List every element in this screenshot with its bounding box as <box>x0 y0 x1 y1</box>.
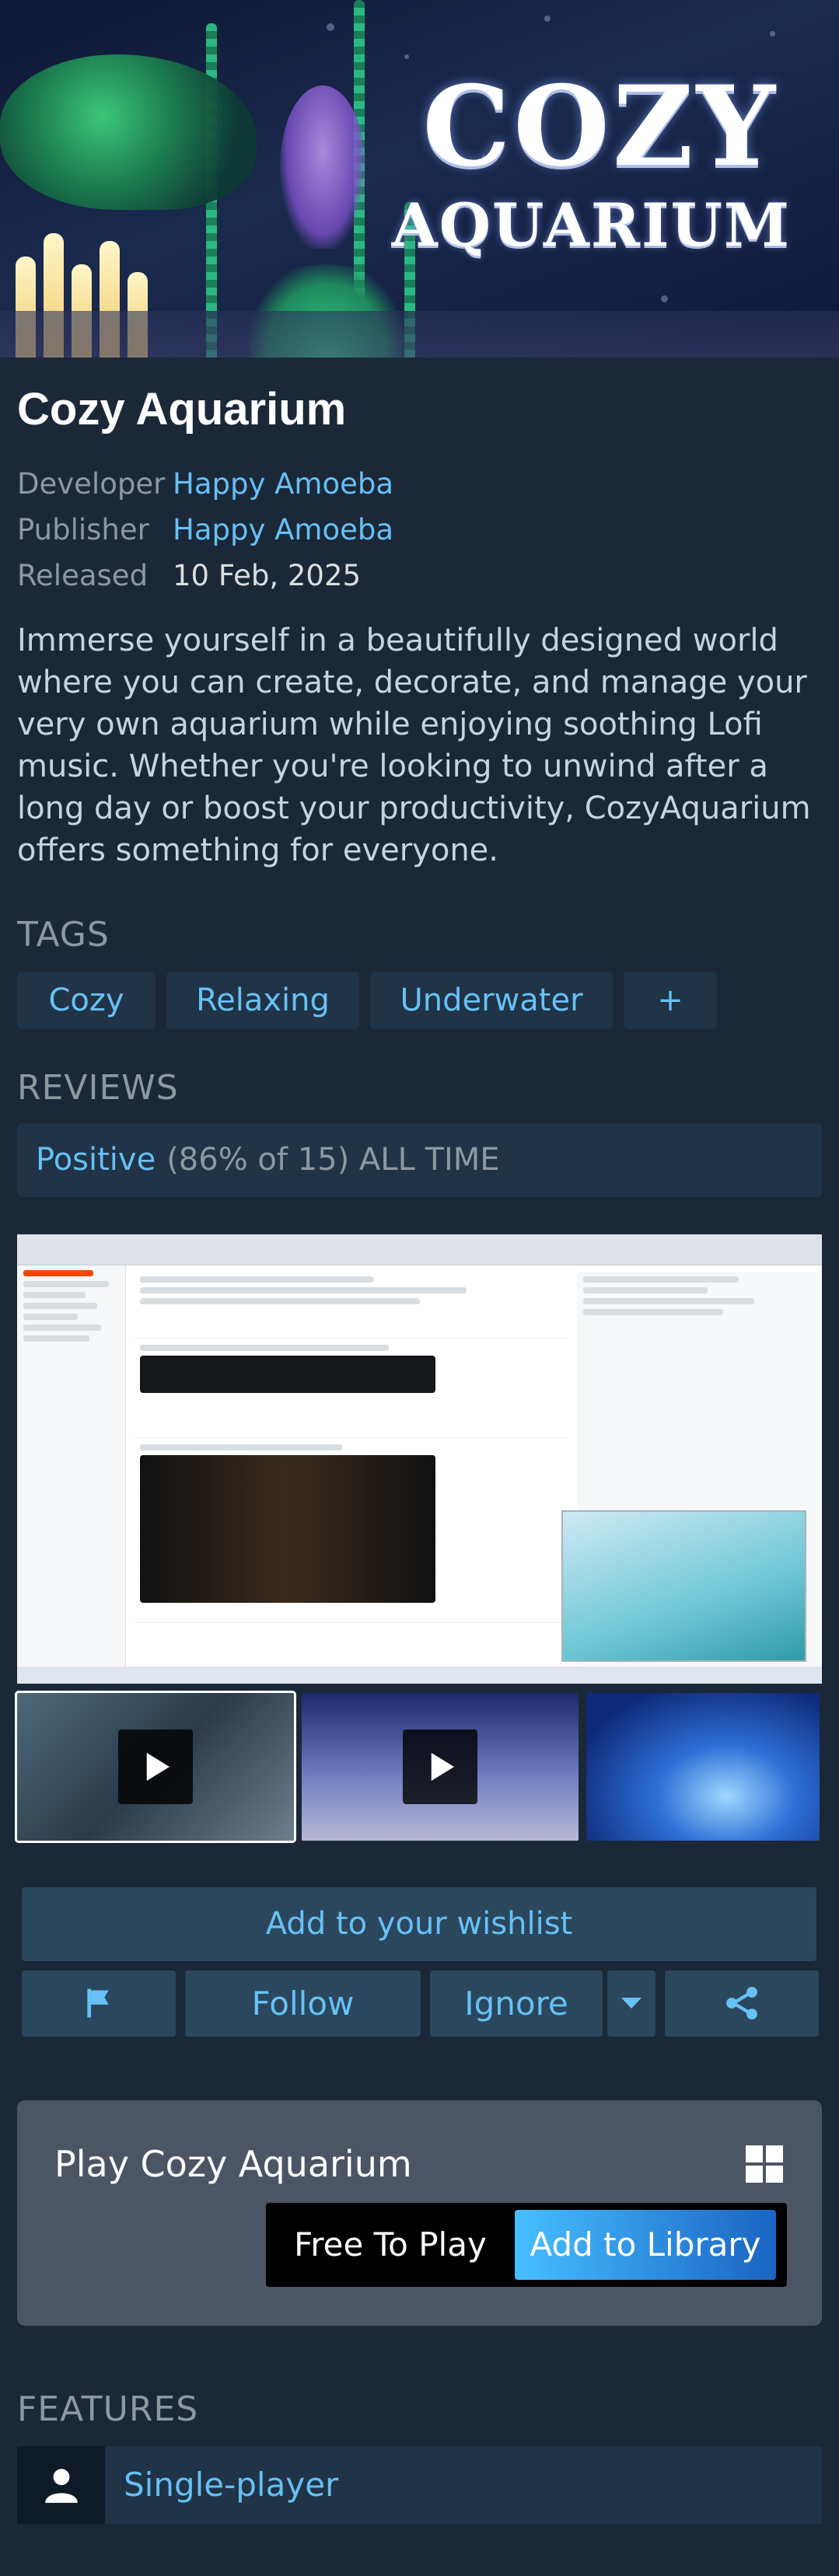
add-to-library-button[interactable]: Add to Library <box>515 2209 776 2280</box>
purchase-title: Play Cozy Aquarium <box>54 2142 412 2185</box>
flag-icon <box>87 1988 109 2018</box>
action-buttons: Follow Ignore <box>22 1970 822 2037</box>
thumbnail-video-2[interactable] <box>302 1692 579 1841</box>
game-title: Cozy Aquarium <box>17 384 347 435</box>
windows-icon <box>746 2145 783 2183</box>
game-meta: Developer Happy Amoeba Publisher Happy A… <box>17 461 822 599</box>
tag-cozy[interactable]: Cozy <box>17 971 156 1029</box>
main-screenshot[interactable] <box>17 1234 822 1684</box>
released-label: Released <box>17 558 149 592</box>
share-icon <box>726 1987 757 2020</box>
publisher-link[interactable]: Happy Amoeba <box>173 507 393 553</box>
release-date: 10 Feb, 2025 <box>173 558 362 592</box>
publisher-label: Publisher <box>17 512 149 546</box>
follow-button[interactable]: Follow <box>185 1970 421 2037</box>
tag-list: Cozy Relaxing Underwater + <box>17 971 822 1029</box>
review-summary[interactable]: Positive (86% of 15) ALL TIME <box>17 1122 822 1197</box>
tags-heading: TAGS <box>17 914 110 955</box>
play-icon <box>118 1729 193 1804</box>
review-rating: Positive <box>36 1142 156 1178</box>
publisher-row: Publisher Happy Amoeba <box>17 507 822 553</box>
tag-underwater[interactable]: Underwater <box>370 971 613 1029</box>
tag-more-button[interactable]: + <box>624 971 717 1029</box>
developer-row: Developer Happy Amoeba <box>17 461 822 507</box>
developer-label: Developer <box>17 466 166 501</box>
tag-relaxing[interactable]: Relaxing <box>166 971 359 1029</box>
feature-icon-box <box>17 2445 105 2524</box>
header-banner: COZY AQUARIUM <box>0 0 839 358</box>
price-label: Free To Play <box>294 2225 487 2264</box>
flag-button[interactable] <box>22 1970 176 2037</box>
game-description: Immerse yourself in a beautifully design… <box>17 622 811 868</box>
share-button[interactable] <box>665 1970 819 2037</box>
released-row: Released 10 Feb, 2025 <box>17 553 822 599</box>
purchase-box: Free To Play Add to Library <box>266 2202 787 2287</box>
thumbnail-image-3[interactable] <box>586 1692 820 1841</box>
person-icon <box>44 2468 78 2503</box>
feature-single-player[interactable]: Single-player <box>17 2445 822 2524</box>
caret-down-icon <box>621 1998 641 2009</box>
ignore-button[interactable]: Ignore <box>430 1970 603 2037</box>
game-logo-line2: AQUARIUM <box>391 190 791 260</box>
review-detail: (86% of 15) ALL TIME <box>166 1142 500 1178</box>
reviews-heading: REVIEWS <box>17 1067 179 1108</box>
game-logo-line1: COZY <box>422 62 778 191</box>
developer-link[interactable]: Happy Amoeba <box>173 461 393 507</box>
play-icon <box>403 1729 477 1804</box>
ignore-dropdown-button[interactable] <box>607 1970 655 2037</box>
features-heading: FEATURES <box>17 2389 199 2429</box>
thumbnail-video-1[interactable] <box>15 1690 296 1843</box>
add-to-wishlist-button[interactable]: Add to your wishlist <box>22 1887 816 1961</box>
purchase-panel: Play Cozy Aquarium Free To Play Add to L… <box>17 2100 822 2326</box>
feature-label: Single-player <box>124 2466 339 2504</box>
thumbnail-strip <box>15 1690 822 1843</box>
